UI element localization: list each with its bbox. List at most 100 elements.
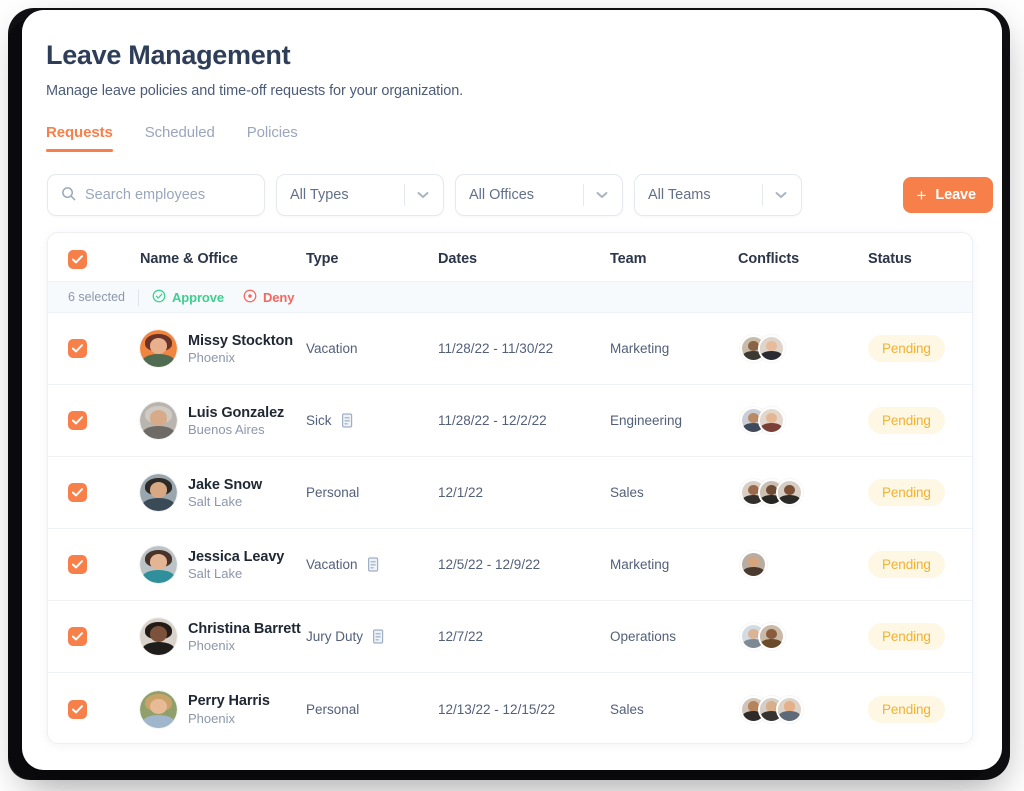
row-checkbox[interactable]	[68, 411, 87, 430]
row-checkbox[interactable]	[68, 627, 87, 646]
deny-button[interactable]: Deny	[243, 289, 295, 306]
table-row[interactable]: Missy Stockton Phoenix Vacation 11/28/22 - …	[48, 313, 972, 385]
app-window: Leave Management Manage leave policies a…	[22, 10, 1002, 770]
add-leave-label: Leave	[935, 187, 976, 203]
table-row[interactable]: Luis Gonzalez Buenos Aires Sick 11/28/22 - …	[48, 385, 972, 457]
column-header-status[interactable]: Status	[868, 251, 972, 267]
divider	[137, 288, 139, 306]
table-row[interactable]: Jake Snow Salt Lake Personal 12/1/22 Sales Pe…	[48, 457, 972, 529]
avatar	[140, 474, 177, 511]
check-circle-icon	[152, 289, 166, 306]
leave-type: Vacation	[306, 341, 358, 356]
conflict-avatar[interactable]	[740, 551, 767, 578]
search-input[interactable]	[85, 187, 245, 203]
filter-types-value: All Types	[290, 187, 349, 203]
approve-button[interactable]: Approve	[152, 289, 224, 306]
page-title: Leave Management	[46, 40, 291, 70]
employee-name: Jake Snow	[188, 476, 263, 493]
conflict-avatar[interactable]	[758, 407, 785, 434]
table-row[interactable]: Christina Barrett Phoenix Jury Duty 12/7/22…	[48, 601, 972, 673]
page-subtitle: Manage leave policies and time-off reque…	[46, 83, 464, 99]
approve-label: Approve	[171, 289, 225, 305]
add-leave-button[interactable]: + Leave	[902, 177, 993, 213]
column-header-conflicts[interactable]: Conflicts	[738, 251, 868, 267]
employee-name: Perry Harris	[188, 693, 270, 710]
dates-cell: 12/13/22 - 12/15/22	[438, 701, 556, 717]
status-cell: Pending	[868, 695, 972, 723]
team-cell: Marketing	[610, 557, 670, 572]
type-cell: Sick	[306, 412, 438, 429]
employee-office: Phoenix	[188, 638, 235, 654]
row-checkbox[interactable]	[68, 555, 87, 574]
name-office-cell: Luis Gonzalez Buenos Aires	[140, 402, 306, 439]
select-divider	[583, 184, 584, 206]
type-cell: Vacation	[306, 556, 438, 573]
table-row[interactable]: Perry Harris Phoenix Personal 12/13/22 - 12…	[48, 673, 972, 743]
selection-action-bar: 6 selected Approve Deny	[48, 281, 972, 313]
conflicts-cell	[738, 551, 868, 578]
dates-cell: 12/1/22	[438, 485, 484, 500]
column-header-type[interactable]: Type	[306, 251, 438, 267]
type-cell: Personal	[306, 485, 438, 500]
avatar	[140, 402, 177, 439]
tab-policies[interactable]: Policies	[247, 124, 298, 152]
deny-circle-icon	[243, 289, 257, 306]
team-cell: Marketing	[610, 341, 670, 356]
team-cell: Engineering	[610, 413, 683, 428]
type-cell: Jury Duty	[306, 628, 438, 645]
tab-scheduled[interactable]: Scheduled	[145, 124, 215, 152]
selected-count-label: 6 selected	[68, 290, 125, 304]
employee-office: Salt Lake	[188, 566, 243, 582]
column-header-team[interactable]: Team	[610, 251, 738, 267]
table-header-row: Name & Office Type Dates Team Conflicts …	[48, 233, 972, 281]
dates-cell: 12/5/22 - 12/9/22	[438, 557, 541, 572]
note-document-icon[interactable]	[367, 556, 380, 573]
column-header-dates[interactable]: Dates	[438, 251, 610, 267]
conflicts-cell	[738, 479, 868, 506]
status-cell: Pending	[868, 551, 972, 578]
table-body: Missy Stockton Phoenix Vacation 11/28/22 - …	[48, 313, 972, 743]
conflict-avatar[interactable]	[758, 623, 785, 650]
type-cell: Vacation	[306, 341, 438, 356]
row-checkbox[interactable]	[68, 699, 87, 719]
filter-teams-select[interactable]: All Teams	[634, 174, 802, 216]
leave-type: Personal	[306, 485, 360, 500]
search-field[interactable]	[47, 174, 265, 216]
conflict-avatar[interactable]	[776, 479, 803, 506]
tab-requests[interactable]: Requests	[46, 124, 113, 152]
dates-cell: 12/7/22	[438, 629, 484, 644]
note-document-icon[interactable]	[341, 412, 354, 429]
employee-name: Jessica Leavy	[188, 548, 285, 565]
avatar	[140, 618, 177, 655]
dates-cell: 11/28/22 - 11/30/22	[438, 341, 554, 356]
dates-cell: 11/28/22 - 12/2/22	[438, 413, 547, 428]
filter-offices-select[interactable]: All Offices	[455, 174, 623, 216]
status-cell: Pending	[868, 623, 972, 650]
avatar	[140, 690, 177, 728]
row-checkbox[interactable]	[68, 483, 87, 502]
page-header: Leave Management Manage leave policies a…	[22, 10, 1002, 99]
avatar	[140, 546, 177, 583]
select-divider	[762, 184, 763, 206]
table-row[interactable]: Jessica Leavy Salt Lake Vacation 12/5/22 - …	[48, 529, 972, 601]
status-badge: Pending	[868, 623, 945, 650]
status-badge: Pending	[868, 407, 945, 434]
search-icon	[61, 186, 76, 205]
chevron-down-icon	[775, 191, 787, 199]
conflict-avatar[interactable]	[758, 335, 785, 362]
leave-type: Sick	[306, 413, 332, 428]
select-all-checkbox[interactable]	[68, 249, 87, 269]
employee-name: Missy Stockton	[188, 332, 293, 349]
column-header-name-office[interactable]: Name & Office	[140, 251, 306, 267]
row-checkbox[interactable]	[68, 339, 87, 358]
leave-type: Vacation	[306, 557, 358, 572]
name-office-cell: Jessica Leavy Salt Lake	[140, 546, 306, 583]
filter-types-select[interactable]: All Types	[276, 174, 444, 216]
conflicts-cell	[738, 695, 868, 723]
type-cell: Personal	[306, 702, 438, 717]
chevron-down-icon	[596, 191, 608, 199]
employee-office: Buenos Aires	[188, 422, 265, 438]
conflict-avatar[interactable]	[776, 695, 803, 723]
status-cell: Pending	[868, 407, 972, 434]
note-document-icon[interactable]	[372, 628, 385, 645]
